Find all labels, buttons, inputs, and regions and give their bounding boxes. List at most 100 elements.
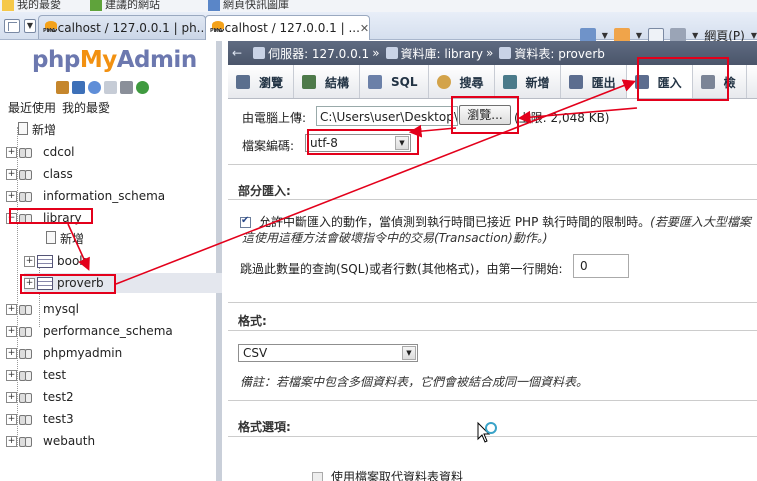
allow-interrupt-row: 允許中斷匯入的動作，當偵測到執行時間已接近 PHP 執行時間的限制時。(若要匯入… — [240, 213, 751, 230]
upload-label: 由電腦上傳: — [242, 111, 307, 125]
web-slice-icon — [208, 0, 220, 11]
help-icon[interactable] — [88, 81, 101, 94]
database-icon — [19, 146, 35, 158]
close-tab-icon[interactable]: ✕ — [360, 22, 369, 35]
tree-table-book[interactable]: + book — [24, 251, 234, 271]
tree-db-information-schema[interactable]: + information_schema — [6, 186, 216, 206]
database-icon — [19, 391, 35, 403]
encoding-label: 檔案編碼: — [242, 139, 295, 153]
export-icon — [568, 75, 583, 89]
navigation-panel: phpMyAdmin 最近使用 我的最愛 新增 + cdcol + class + in… — [0, 41, 222, 481]
tree-db-webauth[interactable]: + webauth — [6, 431, 216, 451]
replace-data-checkbox[interactable] — [312, 472, 323, 481]
nav-tabs: 最近使用 我的最愛 — [8, 99, 116, 116]
logout-icon[interactable] — [72, 81, 85, 94]
allow-interrupt-note: 這使用這種方法會破壞指令中的交易(Transaction)動作。) — [242, 231, 548, 245]
table-icon — [37, 254, 53, 268]
highlight-proverb — [20, 274, 116, 294]
format-select[interactable]: CSV ▼ — [238, 344, 418, 362]
database-icon — [19, 168, 35, 180]
crumb-table[interactable]: 資料表: proverb — [514, 45, 605, 62]
tab-structure[interactable]: 結構 — [294, 65, 361, 98]
browser-tab-1[interactable]: localhost / 127.0.0.1 | ph... — [38, 15, 206, 39]
skip-queries-input[interactable]: 0 — [573, 254, 629, 278]
tree-db-performance-schema[interactable]: + performance_schema — [6, 321, 216, 341]
highlight-encoding — [307, 129, 419, 155]
web-slice-gallery-link[interactable]: 網頁快訊圖庫 — [208, 0, 289, 12]
expand-icon[interactable]: + — [6, 303, 17, 315]
highlight-browse-button — [451, 96, 519, 134]
nav-toolbar — [56, 81, 149, 94]
skip-label: 跳過此數量的查詢(SQL)或者行數(其他格式)，由第一行開始: — [240, 262, 563, 276]
docs-icon[interactable] — [104, 81, 117, 94]
database-icon — [19, 413, 35, 425]
expand-icon[interactable]: + — [6, 146, 17, 158]
expand-icon[interactable]: + — [6, 435, 17, 447]
tree-new-database[interactable]: 新增 — [14, 119, 224, 139]
format-options-title: 格式選項: — [238, 420, 291, 434]
settings-icon[interactable] — [120, 81, 133, 94]
tab-browse[interactable]: 瀏覽 — [228, 65, 295, 98]
tree-db-mysql[interactable]: + mysql — [6, 299, 216, 319]
quick-tabs-icon[interactable] — [4, 19, 20, 33]
database-icon — [19, 347, 35, 359]
expand-icon[interactable]: + — [6, 168, 17, 180]
home-icon[interactable] — [56, 81, 69, 94]
busy-cursor-icon — [477, 421, 497, 443]
format-title: 格式: — [238, 314, 267, 328]
back-arrow-icon[interactable]: ← — [232, 46, 242, 60]
chevron-down-icon: ▼ — [402, 346, 416, 360]
search-icon — [436, 75, 451, 89]
browse-icon — [236, 75, 250, 89]
tab-insert[interactable]: 新增 — [495, 65, 561, 98]
expand-icon[interactable]: + — [6, 190, 17, 202]
crumb-server[interactable]: 伺服器: 127.0.0.1 — [268, 45, 369, 62]
tree-db-test[interactable]: + test — [6, 365, 216, 385]
tab-favorites[interactable]: 我的最愛 — [62, 101, 110, 115]
tree-db-test3[interactable]: + test3 — [6, 409, 216, 429]
database-icon — [19, 435, 35, 447]
suggested-sites-icon — [90, 0, 102, 11]
tab-list-dropdown[interactable]: ▼ — [24, 19, 36, 33]
favorites-bar: 我的最愛 建議的網站 網頁快訊圖庫 — [0, 0, 757, 12]
new-database-icon — [14, 122, 28, 136]
expand-icon[interactable]: + — [6, 391, 17, 403]
star-icon — [2, 0, 14, 11]
partial-import-title: 部分匯入: — [238, 184, 291, 198]
file-path-input[interactable]: C:\Users\user\Desktop\成 — [316, 106, 458, 126]
structure-icon — [302, 75, 317, 89]
database-icon — [19, 325, 35, 337]
expand-icon[interactable]: + — [24, 255, 35, 267]
database-icon — [19, 369, 35, 381]
server-icon — [253, 47, 266, 59]
expand-icon[interactable]: + — [6, 369, 17, 381]
tree-db-cdcol[interactable]: + cdcol — [6, 142, 216, 162]
database-icon — [19, 303, 35, 315]
tree-db-class[interactable]: + class — [6, 164, 216, 184]
table-icon — [499, 47, 512, 59]
tab-recent[interactable]: 最近使用 — [8, 101, 56, 115]
expand-icon[interactable]: + — [6, 347, 17, 359]
expand-icon[interactable]: + — [6, 325, 17, 337]
new-table-icon — [42, 231, 56, 245]
tab-sql[interactable]: SQL — [360, 65, 429, 98]
suggested-sites-link[interactable]: 建議的網站 — [90, 0, 160, 12]
favorites-link[interactable]: 我的最愛 — [2, 0, 61, 12]
phpmyadmin-logo[interactable]: phpMyAdmin — [32, 47, 197, 73]
highlight-library — [9, 208, 93, 224]
expand-icon[interactable]: + — [6, 413, 17, 425]
reload-icon[interactable] — [136, 81, 149, 94]
tab-search[interactable]: 搜尋 — [429, 65, 495, 98]
browser-tab-2-active[interactable]: localhost / 127.0.0.1 | ... ✕ — [205, 15, 370, 40]
replace-data-row: 使用檔案取代資料表資料 — [312, 468, 463, 481]
tree-db-phpmyadmin[interactable]: + phpmyadmin — [6, 343, 216, 363]
sql-icon — [368, 75, 383, 89]
crumb-database[interactable]: 資料庫: library — [401, 45, 483, 62]
tab-export[interactable]: 匯出 — [561, 65, 627, 98]
database-icon — [385, 47, 398, 59]
upload-limit: (上限: 2,048 KB) — [514, 111, 610, 125]
allow-interrupt-checkbox[interactable] — [240, 215, 251, 228]
database-icon — [19, 190, 35, 202]
tree-db-test2[interactable]: + test2 — [6, 387, 216, 407]
tree-new-table[interactable]: 新增 — [42, 228, 252, 248]
